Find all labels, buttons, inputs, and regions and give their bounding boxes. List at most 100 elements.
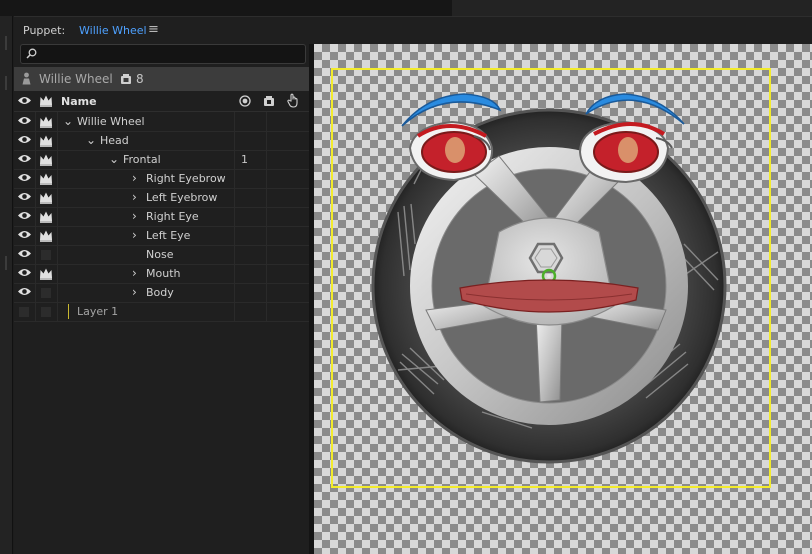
- willie-wheel-puppet-art: origin: [371, 93, 727, 464]
- visibility-toggle[interactable]: [14, 283, 36, 302]
- crown-icon: [40, 268, 52, 280]
- crown-toggle[interactable]: [36, 188, 58, 207]
- crown-icon: [40, 154, 52, 166]
- crown-toggle[interactable]: [36, 169, 58, 188]
- tool-strip-tick: [5, 36, 7, 50]
- layer-row[interactable]: ⌄ Frontal 1: [14, 150, 309, 170]
- puppet-name: Willie Wheel: [39, 72, 113, 86]
- visibility-toggle[interactable]: [14, 207, 36, 226]
- layers-icon: [121, 74, 131, 84]
- visibility-toggle[interactable]: [14, 245, 36, 264]
- layer-row[interactable]: ⌄ Willie Wheel: [14, 112, 309, 132]
- layer-name: Right Eyebrow: [146, 172, 226, 185]
- column-separator: [266, 302, 267, 321]
- search-icon: [26, 48, 37, 59]
- layer-color-marker: [68, 304, 69, 319]
- column-separator: [266, 226, 267, 245]
- crown-toggle[interactable]: [36, 264, 58, 283]
- crown-icon: [40, 116, 52, 128]
- visibility-toggle[interactable]: [14, 150, 36, 169]
- layer-row[interactable]: › Right Eyebrow: [14, 169, 309, 189]
- top-bar: [0, 0, 812, 16]
- crown-toggle[interactable]: [36, 207, 58, 226]
- expand-chevron-icon[interactable]: ›: [132, 284, 137, 300]
- column-separator: [234, 245, 235, 264]
- visibility-toggle[interactable]: [14, 169, 36, 188]
- layer-row[interactable]: Layer 1: [14, 302, 309, 322]
- expand-chevron-icon[interactable]: ›: [132, 189, 137, 205]
- layer-count: 8: [136, 72, 144, 86]
- column-header: Name: [14, 91, 309, 112]
- left-tool-strip: [0, 16, 13, 554]
- layer-name: Right Eye: [146, 210, 199, 223]
- expand-chevron-icon[interactable]: ›: [132, 227, 137, 243]
- layer-name: Left Eyebrow: [146, 191, 218, 204]
- column-separator: [266, 207, 267, 226]
- visibility-toggle[interactable]: [14, 264, 36, 283]
- visibility-toggle[interactable]: [14, 226, 36, 245]
- expand-chevron-icon[interactable]: ⌄: [109, 151, 119, 167]
- layer-name: Layer 1: [77, 305, 119, 318]
- scene-canvas[interactable]: origin: [314, 44, 812, 554]
- eye-icon: [18, 288, 31, 295]
- eye-icon: [18, 136, 31, 143]
- search-input[interactable]: [20, 44, 306, 64]
- hand-trigger-icon[interactable]: [287, 93, 300, 108]
- visibility-header-icon[interactable]: [17, 95, 32, 106]
- crown-icon: [40, 211, 52, 223]
- eye-icon: [18, 155, 31, 162]
- top-bar-right: [452, 0, 812, 16]
- visibility-toggle[interactable]: [14, 302, 36, 321]
- column-separator: [266, 188, 267, 207]
- column-separator: [266, 150, 267, 169]
- column-separator: [234, 302, 235, 321]
- visibility-toggle[interactable]: [14, 188, 36, 207]
- eye-icon: [18, 231, 31, 238]
- name-column-header[interactable]: Name: [61, 95, 97, 108]
- eye-icon: [18, 117, 31, 124]
- column-separator: [234, 169, 235, 188]
- layer-row[interactable]: › Mouth: [14, 264, 309, 284]
- expand-chevron-icon[interactable]: ›: [132, 265, 137, 281]
- puppet-title-row[interactable]: Willie Wheel 8: [14, 67, 309, 91]
- tool-strip-tick: [5, 76, 7, 90]
- crown-toggle[interactable]: [36, 283, 58, 302]
- column-separator: [234, 226, 235, 245]
- puppet-icon: [22, 72, 31, 85]
- layer-name: Left Eye: [146, 229, 191, 242]
- layer-row[interactable]: › Body: [14, 283, 309, 303]
- tool-strip-tick: [5, 256, 7, 270]
- column-separator: [234, 150, 235, 169]
- crown-toggle[interactable]: [36, 302, 58, 321]
- eye-icon: [18, 174, 31, 181]
- layer-row[interactable]: ⌄ Head: [14, 131, 309, 151]
- layer-name: Nose: [146, 248, 174, 261]
- crown-toggle[interactable]: [36, 226, 58, 245]
- crown-toggle[interactable]: [36, 245, 58, 264]
- panel-tab-name: Willie Wheel: [79, 24, 147, 37]
- layer-row[interactable]: › Left Eyebrow: [14, 188, 309, 208]
- record-icon[interactable]: [239, 95, 251, 107]
- visibility-toggle[interactable]: [14, 131, 36, 150]
- expand-chevron-icon[interactable]: ›: [132, 170, 137, 186]
- visibility-toggle[interactable]: [14, 112, 36, 131]
- layer-row[interactable]: › Left Eye: [14, 226, 309, 246]
- layer-row[interactable]: › Right Eye: [14, 207, 309, 227]
- behavior-icon[interactable]: [263, 95, 275, 107]
- trigger-key: 1: [241, 153, 248, 166]
- expand-chevron-icon[interactable]: ›: [132, 208, 137, 224]
- layer-row[interactable]: Nose: [14, 245, 309, 265]
- crown-toggle[interactable]: [36, 150, 58, 169]
- crown-off-box: [41, 288, 51, 298]
- crown-toggle[interactable]: [36, 131, 58, 150]
- column-separator: [266, 169, 267, 188]
- crown-toggle[interactable]: [36, 112, 58, 131]
- expand-chevron-icon[interactable]: ⌄: [63, 113, 73, 129]
- puppet-panel-tab[interactable]: Puppet: Willie Wheel ≡: [14, 16, 812, 45]
- expand-chevron-icon[interactable]: ⌄: [86, 132, 96, 148]
- crown-header-icon[interactable]: [39, 94, 53, 107]
- layer-name: Body: [146, 286, 174, 299]
- crown-icon: [40, 192, 52, 204]
- eye-icon: [18, 250, 31, 257]
- hamburger-menu-icon[interactable]: ≡: [148, 22, 159, 38]
